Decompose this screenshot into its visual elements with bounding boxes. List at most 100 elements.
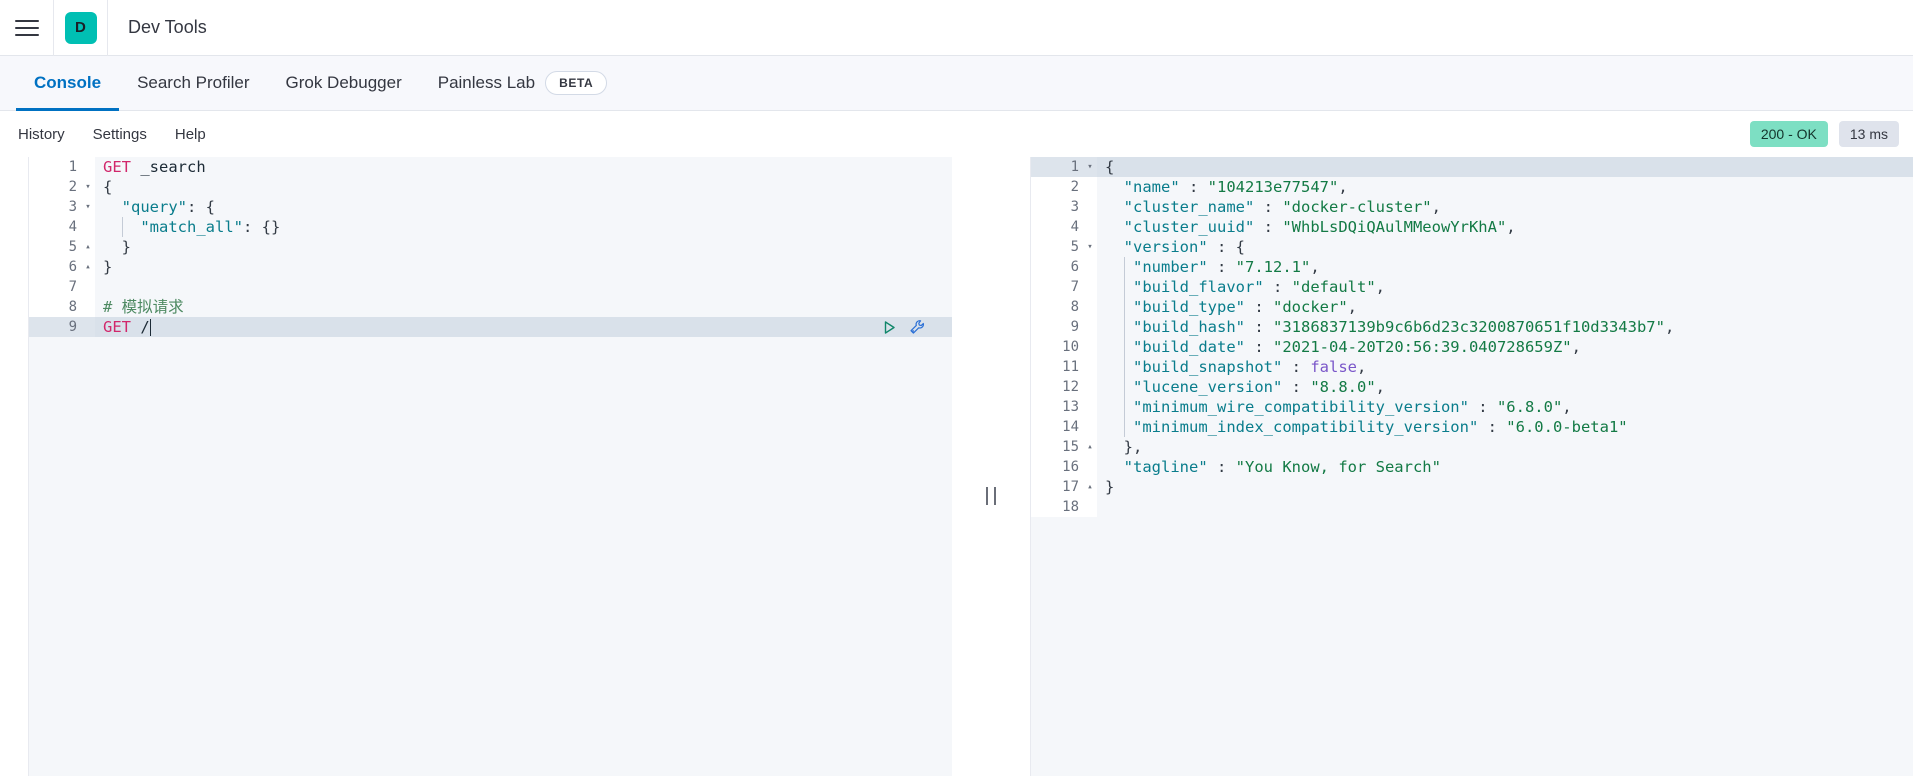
- line-number: 6: [29, 257, 81, 277]
- code-line[interactable]: 1 GET _search: [29, 157, 952, 177]
- page-title: Dev Tools: [128, 17, 207, 37]
- code-token: "build_date": [1133, 337, 1245, 356]
- code-token: "build_flavor": [1133, 277, 1264, 296]
- code-token: "7.12.1": [1235, 257, 1311, 276]
- menu-item-history[interactable]: History: [18, 126, 65, 143]
- code-token: "match_all": [140, 217, 243, 236]
- code-line[interactable]: 13 "minimum_wire_compatibility_version" …: [1031, 397, 1913, 418]
- app-logo-button[interactable]: D: [54, 0, 107, 56]
- code-line[interactable]: 7 "build_flavor" : "default",: [1031, 277, 1913, 298]
- code-text: "minimum_index_compatibility_version" : …: [1097, 417, 1628, 438]
- tab-painless-lab[interactable]: Painless Lab BETA: [420, 56, 616, 110]
- line-number: 9: [1031, 317, 1083, 337]
- code-token: false: [1310, 357, 1357, 376]
- code-token: ,: [1310, 257, 1320, 276]
- code-text: "minimum_wire_compatibility_version" : "…: [1097, 397, 1572, 418]
- code-token: "8.8.0": [1310, 377, 1376, 396]
- code-line[interactable]: 5 ▾ "version" : {: [1031, 237, 1913, 257]
- code-line[interactable]: 2 ▾ {: [29, 177, 952, 197]
- code-token: ,: [1357, 357, 1367, 376]
- code-line[interactable]: 1 ▾ {: [1031, 157, 1913, 177]
- code-text: "version" : {: [1097, 237, 1245, 257]
- code-token: "WhbLsDQiQAulMMeowYrKhA": [1282, 218, 1507, 236]
- code-line[interactable]: 2 "name" : "104213e77547",: [1031, 177, 1913, 197]
- code-text: {: [1097, 157, 1114, 177]
- code-line[interactable]: 18: [1031, 497, 1913, 517]
- code-token: ,: [1431, 198, 1441, 216]
- code-token: :: [1478, 417, 1507, 436]
- tab-console[interactable]: Console: [16, 56, 120, 111]
- line-number: 1: [29, 157, 81, 177]
- play-request-icon[interactable]: [881, 319, 898, 336]
- line-number: 18: [1031, 497, 1083, 517]
- status-badge: 200 - OK: [1749, 120, 1828, 148]
- code-line[interactable]: 8 "build_type" : "docker",: [1031, 297, 1913, 318]
- code-token: :: [1245, 297, 1273, 316]
- code-token: "build_snapshot": [1133, 357, 1283, 376]
- line-number: 3: [29, 197, 81, 217]
- code-token: ,: [1664, 317, 1675, 336]
- tab-search-profiler[interactable]: Search Profiler: [119, 56, 267, 110]
- code-line[interactable]: 12 "lucene_version" : "8.8.0",: [1031, 377, 1913, 398]
- code-token: ,: [1506, 218, 1516, 236]
- code-fold-toggle-icon[interactable]: ▾: [1083, 157, 1097, 177]
- code-token: }: [103, 238, 131, 256]
- code-line[interactable]: 8 # 模拟请求: [29, 297, 952, 317]
- code-text: "build_flavor" : "default",: [1097, 277, 1385, 298]
- code-line[interactable]: 4 "cluster_uuid" : "WhbLsDQiQAulMMeowYrK…: [1031, 217, 1913, 237]
- pane-splitter[interactable]: [952, 157, 1030, 776]
- code-line[interactable]: 9 GET /: [29, 317, 952, 337]
- code-token: {: [103, 178, 113, 196]
- code-line[interactable]: 9 "build_hash" : "3186837139b9c6b6d23c32…: [1031, 317, 1913, 338]
- code-token: }: [103, 258, 113, 276]
- code-line[interactable]: 10 "build_date" : "2021-04-20T20:56:39.0…: [1031, 337, 1913, 358]
- menu-item-help[interactable]: Help: [175, 126, 206, 143]
- wrench-icon[interactable]: [909, 319, 926, 336]
- hamburger-menu-button[interactable]: [0, 0, 53, 56]
- code-fold-toggle-icon[interactable]: ▾: [81, 197, 95, 217]
- fold-spacer: [1083, 457, 1097, 477]
- code-fold-toggle-icon[interactable]: ▾: [81, 177, 95, 197]
- code-text: "build_snapshot" : false,: [1097, 357, 1366, 378]
- pane-resize-grip-icon[interactable]: [986, 487, 996, 505]
- code-line[interactable]: 14 "minimum_index_compatibility_version"…: [1031, 417, 1913, 438]
- code-text: "name" : "104213e77547",: [1097, 177, 1348, 197]
- code-fold-toggle-icon[interactable]: ▴: [1083, 477, 1097, 497]
- code-token: _search: [131, 158, 206, 176]
- app-header: D Dev Tools: [0, 0, 1913, 56]
- menu-item-settings[interactable]: Settings: [93, 126, 147, 143]
- request-editor[interactable]: 1 GET _search 2 ▾ {3 ▾ "query": {4 "match_all…: [28, 157, 952, 776]
- code-line[interactable]: 16 "tagline" : "You Know, for Search": [1031, 457, 1913, 477]
- code-line[interactable]: 5 ▴ }: [29, 237, 952, 257]
- code-line[interactable]: 15 ▴ },: [1031, 437, 1913, 457]
- code-text: }: [1097, 477, 1114, 497]
- code-fold-toggle-icon[interactable]: ▾: [1083, 237, 1097, 257]
- code-fold-toggle-icon[interactable]: ▴: [1083, 437, 1097, 457]
- code-line[interactable]: 6 "number" : "7.12.1",: [1031, 257, 1913, 278]
- code-text: "lucene_version" : "8.8.0",: [1097, 377, 1385, 398]
- tab-grok-debugger[interactable]: Grok Debugger: [268, 56, 420, 110]
- code-line[interactable]: 3 ▾ "query": {: [29, 197, 952, 217]
- line-number: 5: [29, 237, 81, 257]
- line-number: 7: [29, 277, 81, 297]
- line-number: 2: [29, 177, 81, 197]
- code-text: }: [95, 237, 131, 257]
- code-fold-toggle-icon[interactable]: ▴: [81, 257, 95, 277]
- code-line[interactable]: 17 ▴}: [1031, 477, 1913, 497]
- code-fold-toggle-icon[interactable]: ▴: [81, 237, 95, 257]
- code-line[interactable]: 6 ▴}: [29, 257, 952, 277]
- code-line[interactable]: 7: [29, 277, 952, 297]
- code-line[interactable]: 4 "match_all": {}: [29, 217, 952, 238]
- response-editor[interactable]: 1 ▾{2 "name" : "104213e77547", 3 "cluster_…: [1030, 157, 1913, 776]
- code-token: "build_hash": [1133, 317, 1245, 336]
- code-token: ,: [1571, 337, 1581, 356]
- console-panes: 1 GET _search 2 ▾{3 ▾ "query": {4 "match_all…: [0, 157, 1913, 776]
- code-line[interactable]: 11 "build_snapshot" : false,: [1031, 357, 1913, 378]
- code-text: "number" : "7.12.1",: [1097, 257, 1320, 278]
- code-line[interactable]: 3 "cluster_name" : "docker-cluster",: [1031, 197, 1913, 217]
- code-token: "3186837139b9c6b6d23c3200870651f10d3343b…: [1273, 317, 1665, 336]
